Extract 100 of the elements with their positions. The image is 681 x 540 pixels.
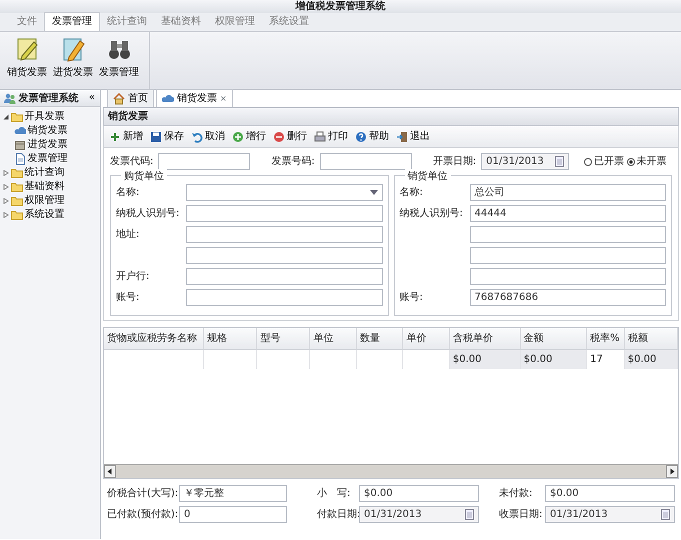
tree-item[interactable]: 系统设置 [10, 208, 66, 222]
field-label: 账号: [400, 290, 424, 305]
field-label: 纳税人识别号: [400, 206, 464, 221]
calendar-icon [661, 509, 670, 520]
input-field[interactable]: $0.00 [359, 485, 479, 502]
column-header: 税额 [624, 328, 678, 350]
document-tab[interactable]: 销货发票 × [156, 89, 233, 107]
toolbar-button[interactable]: 删行 [270, 128, 310, 145]
toolbar-button[interactable]: 退出 [393, 128, 433, 145]
calendar-icon [465, 509, 474, 520]
minus-circle-icon [273, 130, 285, 142]
plus-circle-icon [232, 130, 244, 142]
input-field[interactable] [186, 268, 382, 285]
input-field[interactable]: 总公司 [470, 184, 666, 201]
calendar-icon [555, 156, 564, 167]
field-label: 发票代码: [110, 155, 154, 169]
toolbar-button[interactable]: 打印 [311, 128, 351, 145]
field-label: 名称: [116, 186, 140, 200]
printer-icon [314, 130, 326, 142]
input-field[interactable]: $0.00 [545, 485, 675, 502]
scroll-left-button[interactable] [104, 465, 116, 478]
toolbar-button[interactable]: 取消 [188, 128, 228, 145]
toolbar-button[interactable]: 帮助 [352, 128, 392, 145]
document-icon [14, 152, 26, 164]
window-title: 增值税发票管理系统 [0, 0, 681, 13]
column-header: 型号 [256, 328, 310, 350]
input-field[interactable] [158, 153, 250, 170]
menu-tab[interactable]: 权限管理 [208, 13, 262, 31]
input-field[interactable] [186, 247, 382, 264]
radio-icon[interactable] [626, 158, 635, 166]
date-field[interactable]: 01/31/2013 [545, 506, 675, 523]
input-field[interactable] [186, 226, 382, 243]
input-field[interactable] [320, 153, 412, 170]
radio-option[interactable]: 已开票 [584, 154, 624, 169]
input-field[interactable]: 0 [179, 506, 287, 523]
tree-item[interactable]: 统计查询 [10, 166, 66, 180]
dropdown-field[interactable] [186, 184, 382, 201]
input-field[interactable] [470, 268, 666, 285]
close-icon[interactable]: × [220, 92, 227, 104]
field-label: 纳税人识别号: [116, 206, 180, 221]
field-label: 地址: [116, 228, 140, 242]
menu-tab[interactable]: 系统设置 [262, 13, 316, 31]
input-field[interactable]: 44444 [470, 205, 666, 222]
column-header: 货物或应税劳务名称 [104, 328, 204, 350]
field-label: 开户行: [116, 270, 150, 284]
field-label: 付款日期: [317, 508, 357, 522]
tree-item[interactable]: 发票管理 [12, 152, 68, 166]
ribbon-button[interactable]: 销货发票 [4, 36, 50, 89]
table-cell: $0.00 [520, 350, 587, 369]
field-label: 发票号码: [271, 155, 315, 169]
column-header: 规格 [204, 328, 257, 350]
fieldset-title: 销货单位 [404, 169, 450, 184]
field-label: 收票日期: [499, 508, 543, 522]
radio-icon[interactable] [584, 158, 592, 166]
menu-tab[interactable]: 发票管理 [44, 12, 100, 31]
radio-option[interactable]: 未开票 [626, 154, 667, 169]
ribbon-button[interactable]: 发票管理 [96, 36, 142, 89]
expander-icon[interactable] [2, 114, 8, 120]
box-icon [14, 138, 26, 150]
toolbar-button[interactable]: 新增 [106, 128, 146, 145]
field-label: 账号: [116, 290, 140, 305]
table-cell: $0.00 [624, 350, 678, 369]
input-field[interactable] [186, 289, 382, 306]
input-field[interactable]: ￥零元整 [179, 485, 287, 502]
column-header: 数量 [356, 328, 403, 350]
date-field[interactable]: 01/31/2013 [481, 153, 570, 170]
input-field[interactable] [470, 226, 666, 243]
input-field[interactable]: 7687687686 [470, 289, 666, 306]
field-label: 价税合计(大写): [107, 486, 177, 501]
tree-item[interactable]: 权限管理 [10, 194, 66, 208]
tree-item[interactable]: 进货发票 [12, 138, 68, 152]
menu-tab[interactable]: 统计查询 [100, 13, 154, 31]
ribbon-button[interactable]: 进货发票 [50, 36, 96, 89]
input-field[interactable] [186, 205, 382, 222]
toolbar-button[interactable]: 保存 [147, 128, 187, 145]
field-label: 开票日期: [432, 154, 476, 169]
menu-tab[interactable]: 文件 [10, 13, 44, 31]
tree-item[interactable]: 销货发票 [12, 124, 68, 138]
tree-item[interactable]: 基础资料 [10, 180, 66, 194]
users-icon [4, 92, 16, 104]
cloud-icon [162, 92, 174, 104]
panel-title: 销货发票 [103, 108, 679, 126]
collapse-button[interactable]: « [88, 91, 96, 105]
folder-icon [10, 112, 22, 122]
folder-icon [10, 210, 22, 220]
column-header: 单价 [402, 328, 450, 350]
table-cell: 17 [586, 350, 624, 369]
date-field[interactable]: 01/31/2013 [359, 506, 479, 523]
house-icon [113, 92, 125, 104]
folder-icon [10, 182, 22, 192]
folder-icon [10, 168, 22, 178]
table-cell: $0.00 [449, 350, 520, 369]
input-field[interactable] [470, 247, 666, 264]
document-tab[interactable]: 首页 [107, 89, 154, 107]
caret-icon [370, 190, 378, 196]
menu-tab[interactable]: 基础资料 [154, 13, 208, 31]
tree-item[interactable]: 开具发票 [10, 110, 66, 124]
toolbar-button[interactable]: 增行 [229, 128, 269, 145]
horizontal-scrollbar[interactable] [104, 464, 678, 478]
scroll-right-button[interactable] [666, 465, 678, 478]
